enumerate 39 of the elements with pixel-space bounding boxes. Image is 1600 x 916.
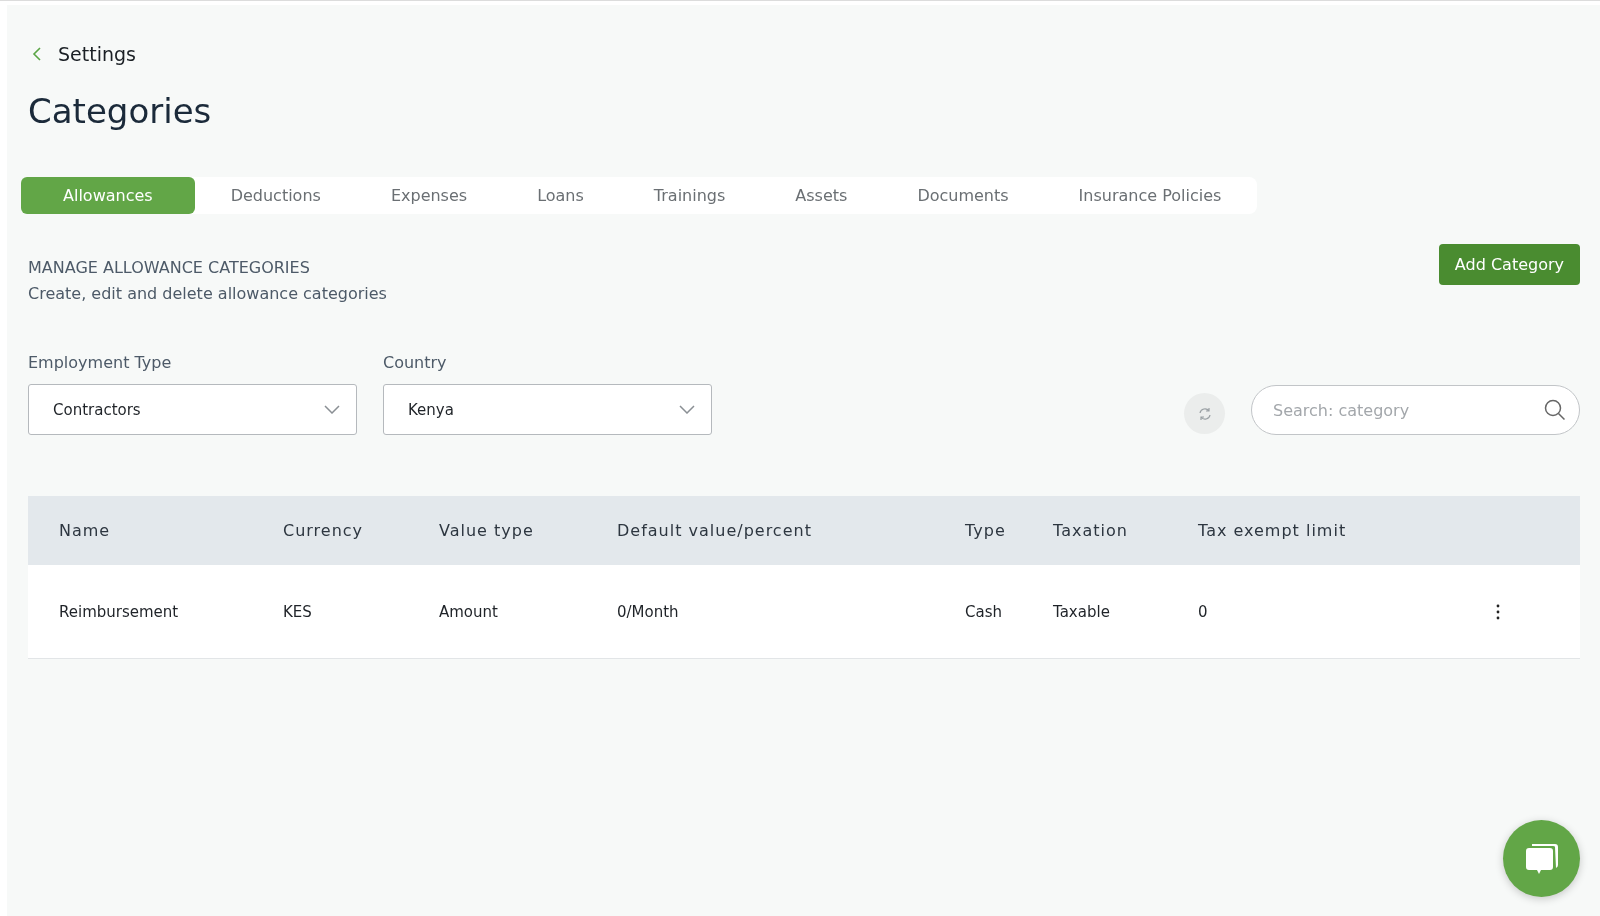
back-link[interactable]: Settings (58, 43, 136, 65)
tab[interactable]: Deductions (196, 177, 355, 214)
table-cell-text: Reimbursement (59, 602, 180, 621)
tab[interactable]: Trainings (619, 177, 760, 214)
search-field[interactable]: Search: category (1251, 385, 1580, 435)
tab[interactable]: Insurance Policies (1044, 177, 1256, 214)
table-cell-text: Amount (439, 602, 499, 621)
dropdown[interactable]: Kenya (383, 384, 712, 435)
column-header: Value type (439, 521, 535, 540)
refresh-button[interactable] (1184, 393, 1225, 434)
column-header: Taxation (1053, 521, 1129, 540)
section-heading: MANAGE ALLOWANCE CATEGORIES (28, 258, 311, 277)
chevron-down-icon (324, 405, 340, 414)
table-cell-text: 0/Month (617, 602, 680, 621)
column-header: Type (965, 521, 1007, 540)
dropdown[interactable]: Contractors (28, 384, 357, 435)
tab[interactable]: Allowances (21, 177, 195, 214)
search-icon (1544, 399, 1566, 421)
tab[interactable]: Expenses (356, 177, 502, 214)
chevron-down-icon (679, 405, 695, 414)
page-title: Categories (28, 91, 213, 131)
section-description: Create, edit and delete allowance categories (28, 284, 387, 303)
table-cell-text: KES (283, 602, 313, 621)
column-header: Currency (283, 521, 365, 540)
tab[interactable]: Loans (503, 177, 618, 214)
filter-label: Country (383, 353, 448, 372)
refresh-icon (1196, 405, 1213, 422)
back-chevron-icon[interactable] (32, 46, 42, 62)
column-header: Name (59, 521, 112, 540)
table-cell-text: 0 (1198, 602, 1209, 621)
filter-label: Employment Type (28, 353, 173, 372)
table-cell-text: Taxable (1053, 602, 1111, 621)
more-options-icon[interactable] (1496, 603, 1500, 620)
table-cell-text: Cash (965, 602, 1003, 621)
column-header: Default value/percent (617, 521, 813, 540)
column-header: Tax exempt limit (1198, 521, 1348, 540)
add-category-button[interactable]: Add Category (1438, 244, 1580, 285)
tab[interactable]: Documents (883, 177, 1043, 214)
tab[interactable]: Assets (761, 177, 882, 214)
